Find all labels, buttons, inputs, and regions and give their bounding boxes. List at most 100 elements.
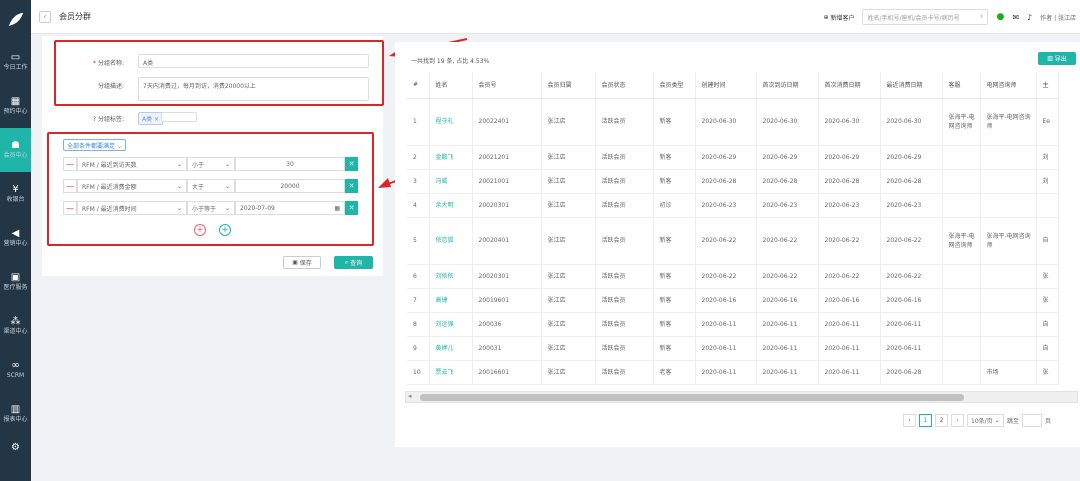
member-name-link[interactable]: 程守礼 (429, 98, 473, 146)
column-header[interactable]: 会员号 (472, 72, 542, 99)
table-row[interactable]: 7 高捷 20019601 张江店 活跃会员 新客 2020-06-16 2020-06-16… (407, 288, 1059, 313)
column-header[interactable]: 会员类型 (653, 72, 696, 99)
sidebar-item-reports[interactable]: ▥ 报表中心 (0, 392, 31, 436)
table-cell: 张江店 (541, 145, 596, 170)
sidebar-item-today[interactable]: ▭ 今日工作 (0, 40, 31, 84)
column-header[interactable]: # (407, 72, 430, 99)
results-table: # 姓名 会员号 会员归属 会员状态 会员类型 创建时间 首次到访日期 首次消费… (407, 72, 1059, 385)
member-name-link[interactable]: 刘依依 (429, 264, 473, 289)
table-cell: 2020-06-23 (880, 193, 943, 218)
link-icon: ∞ (11, 360, 20, 371)
table-cell: 新客 (653, 169, 696, 194)
page-button[interactable]: 1 (919, 414, 932, 427)
member-name-link[interactable]: 贾云飞 (429, 360, 473, 385)
table-cell: 2020-06-29 (880, 145, 943, 170)
column-header[interactable]: 主 (1036, 72, 1059, 99)
wechat-icon[interactable]: ● (996, 12, 1004, 22)
table-cell (1036, 193, 1059, 218)
table-cell: 张江店 (541, 193, 596, 218)
member-name-link[interactable]: 余大明 (429, 193, 473, 218)
member-name-link[interactable]: 依恋狐 (429, 217, 473, 265)
sidebar-item-scrm[interactable]: ∞ SCRM (0, 348, 31, 392)
column-header[interactable]: 客服 (942, 72, 981, 99)
column-header[interactable]: 会员归属 (541, 72, 596, 99)
table-cell: 活跃会员 (595, 145, 654, 170)
bell-icon[interactable]: ♪ (1027, 13, 1032, 22)
member-name-link[interactable]: 金鹏飞 (429, 145, 473, 170)
table-cell (942, 336, 981, 361)
user-menu[interactable]: 作者 | 张江店 (1040, 13, 1076, 22)
table-row[interactable]: 6 刘依依 20020301 张江店 活跃会员 新客 2020-06-22 2020-06-2… (407, 264, 1059, 289)
member-name-link[interactable]: 高捷 (429, 288, 473, 313)
table-cell: 200036 (472, 312, 542, 337)
horizontal-scrollbar[interactable]: ◂ (405, 391, 1078, 403)
table-cell: 2020-06-22 (756, 264, 819, 289)
group-tag-label: ? 分组标签: (92, 116, 124, 123)
table-cell: 新客 (653, 145, 696, 170)
query-button[interactable]: ⌕ 查询 (334, 256, 373, 269)
sidebar-item-channel[interactable]: ⁂ 渠道中心 (0, 304, 31, 348)
table-cell: 自 (1036, 312, 1059, 337)
table-cell: 2020-06-16 (695, 288, 757, 313)
table-cell (980, 169, 1037, 194)
page-title: 会员分群 (59, 12, 91, 21)
sidebar-item-cashier[interactable]: ¥ 收银台 (0, 172, 31, 216)
sidebar-item-settings[interactable]: ⚙ (0, 436, 31, 460)
new-customer-button[interactable]: ⊕ 新增客户 (823, 13, 854, 22)
table-cell: 10 (407, 360, 430, 385)
table-cell: 20021001 (472, 169, 542, 194)
goto-page-input[interactable] (1022, 414, 1043, 427)
column-header[interactable]: 最近消费日期 (880, 72, 943, 99)
table-cell: 2020-06-28 (818, 169, 881, 194)
table-cell: 2020-06-11 (756, 336, 819, 361)
column-header[interactable]: 会员状态 (595, 72, 654, 99)
sidebar-item-marketing[interactable]: ◀ 营销中心 (0, 216, 31, 260)
table-row[interactable]: 2 金鹏飞 20021201 张江店 活跃会员 新客 2020-06-29 2020-06-2… (407, 145, 1059, 170)
next-page-button[interactable]: › (951, 414, 964, 427)
table-row[interactable]: 10 贾云飞 20016601 张江店 活跃会员 老客 2020-06-11 2020-06-… (407, 360, 1059, 385)
back-button[interactable]: ‹ (39, 10, 51, 23)
pin-icon[interactable]: ✉ (1012, 13, 1019, 22)
table-row[interactable]: 8 刘远强 200036 张江店 活跃会员 新客 2020-06-11 2020-06-11 2… (407, 312, 1059, 337)
table-cell: 活跃会员 (595, 193, 654, 218)
column-header[interactable]: 姓名 (429, 72, 473, 99)
table-row[interactable]: 3 冯威 20021001 张江店 活跃会员 新客 2020-06-28 2020-06-28… (407, 169, 1059, 194)
table-cell: 2020-06-28 (756, 169, 819, 194)
column-header[interactable]: 创建时间 (695, 72, 757, 99)
group-tag[interactable]: A类 × (138, 112, 164, 125)
table-cell: 张 (1036, 360, 1059, 385)
table-cell: 3 (407, 169, 430, 194)
table-cell (980, 145, 1037, 170)
save-icon: ▣ (292, 259, 298, 266)
medkit-icon: ▣ (10, 272, 21, 283)
member-name-link[interactable]: 刘远强 (429, 312, 473, 337)
member-name-link[interactable]: 冯威 (429, 169, 473, 194)
page-size-select[interactable]: 10条/页 ⌄ (967, 414, 1004, 427)
search-input[interactable]: 姓名/手机号/座机/会员卡号/病历号 ⌕ (862, 9, 989, 25)
table-row[interactable]: 5 依恋狐 20020401 张江店 活跃会员 新客 2020-06-22 2020-06-2… (407, 217, 1059, 265)
table-cell: 2020-06-30 (818, 98, 881, 146)
tag-input[interactable] (161, 112, 197, 122)
sidebar-item-appointment[interactable]: ▦ 预约中心 (0, 84, 31, 128)
sidebar-item-members[interactable]: ☗ 会员中心 (0, 128, 31, 172)
table-row[interactable]: 9 黄婷儿 200031 张江店 活跃会员 新客 2020-06-11 2020-06-11 2… (407, 336, 1059, 361)
table-row[interactable]: 1 程守礼 20022401 张江店 活跃会员 新客 2020-06-30 2020-06-3… (407, 98, 1059, 146)
table-cell: 2020-06-29 (695, 145, 757, 170)
table-cell: 活跃会员 (595, 288, 654, 313)
export-button[interactable]: ▥ 导出 (1038, 52, 1076, 65)
scrollbar-thumb[interactable] (420, 394, 964, 401)
table-cell: 2020-06-23 (756, 193, 819, 218)
table-cell: 张 (1036, 264, 1059, 289)
sidebar-item-medical[interactable]: ▣ 医疗服务 (0, 260, 31, 304)
table-row[interactable]: 4 余大明 20020301 张江店 活跃会员 初诊 2020-06-23 2020-06-2… (407, 193, 1059, 218)
save-button[interactable]: ▣ 保存 (283, 256, 321, 269)
page-button[interactable]: 2 (935, 414, 948, 427)
table-cell (942, 145, 981, 170)
top-bar: ‹ 会员分群 ⊕ 新增客户 姓名/手机号/座机/会员卡号/病历号 ⌕ ● ✉ ♪ 作… (31, 0, 1080, 34)
member-name-link[interactable]: 黄婷儿 (429, 336, 473, 361)
column-header[interactable]: 电网咨询师 (980, 72, 1037, 99)
prev-page-button[interactable]: ‹ (903, 414, 916, 427)
table-cell: 2020-06-11 (756, 312, 819, 337)
column-header[interactable]: 首次消费日期 (818, 72, 881, 99)
column-header[interactable]: 首次到访日期 (756, 72, 819, 99)
